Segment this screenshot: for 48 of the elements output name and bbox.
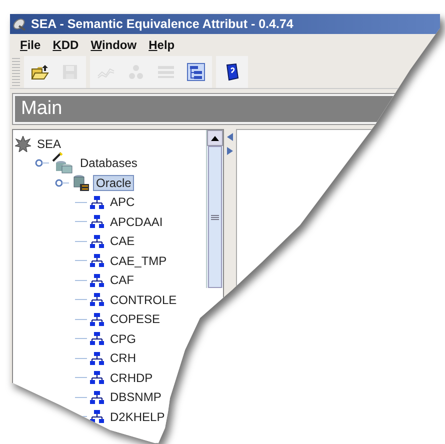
tree-item[interactable]: CPG bbox=[107, 330, 140, 347]
tree-item[interactable]: CAF bbox=[107, 272, 137, 288]
star-icon bbox=[15, 136, 31, 152]
tree-item[interactable]: APC bbox=[107, 194, 138, 210]
scroll-up-button[interactable] bbox=[207, 130, 223, 146]
database-plug-icon bbox=[72, 174, 90, 192]
schema-icon bbox=[90, 352, 104, 365]
tree-item[interactable]: D2KHELP bbox=[107, 408, 168, 425]
hierarchy-icon bbox=[187, 63, 205, 81]
window-title: SEA - Semantic Equivalence Attribut - 0.4.74 bbox=[31, 17, 294, 31]
tree-item[interactable]: COPESE bbox=[107, 311, 164, 328]
toolbar-grip[interactable] bbox=[12, 58, 20, 86]
schema-icon bbox=[90, 371, 104, 384]
tree-item[interactable]: CAE_TMP bbox=[107, 252, 170, 269]
collapse-left-icon[interactable] bbox=[227, 133, 233, 141]
menu-item[interactable]: KDD bbox=[46, 36, 85, 54]
expanded-knob-icon[interactable] bbox=[55, 178, 69, 188]
database-stack-icon bbox=[52, 152, 74, 174]
tree-item[interactable]: Oracle bbox=[93, 174, 134, 191]
schema-icon bbox=[90, 215, 104, 228]
menu-item[interactable]: Window bbox=[84, 36, 143, 54]
schema-icon bbox=[90, 196, 104, 209]
schema-icon bbox=[90, 390, 104, 404]
tree-item[interactable]: CAE bbox=[107, 233, 138, 250]
menu-item[interactable]: File bbox=[14, 36, 47, 54]
folder-icon bbox=[31, 64, 49, 80]
tree-item[interactable]: DBSNMP bbox=[107, 389, 164, 406]
schema-icon bbox=[90, 293, 104, 306]
scroll-thumb[interactable] bbox=[208, 146, 222, 288]
schema-icon bbox=[90, 410, 104, 424]
schema-icon bbox=[90, 274, 104, 287]
menu-item[interactable]: Help bbox=[142, 36, 181, 54]
help-book-icon bbox=[225, 63, 239, 81]
up-arrow-icon bbox=[211, 136, 219, 140]
tree-item[interactable]: APCDAAI bbox=[107, 214, 166, 230]
expand-right-icon[interactable] bbox=[227, 147, 233, 155]
grip-icon bbox=[211, 214, 219, 220]
tree-item[interactable]: Databases bbox=[77, 155, 140, 172]
expanded-knob-icon[interactable] bbox=[35, 158, 49, 168]
schema-icon bbox=[90, 254, 104, 268]
tree-item[interactable]: CRHDP bbox=[107, 370, 156, 386]
tree-item[interactable]: CRH bbox=[107, 350, 139, 366]
tree-item[interactable]: CONTROLE bbox=[107, 292, 180, 308]
schema-icon bbox=[90, 332, 104, 346]
scrollbar[interactable] bbox=[206, 130, 223, 288]
tree-item[interactable]: SEA bbox=[34, 136, 64, 152]
schema-icon bbox=[90, 312, 104, 326]
schema-icon bbox=[90, 234, 104, 248]
